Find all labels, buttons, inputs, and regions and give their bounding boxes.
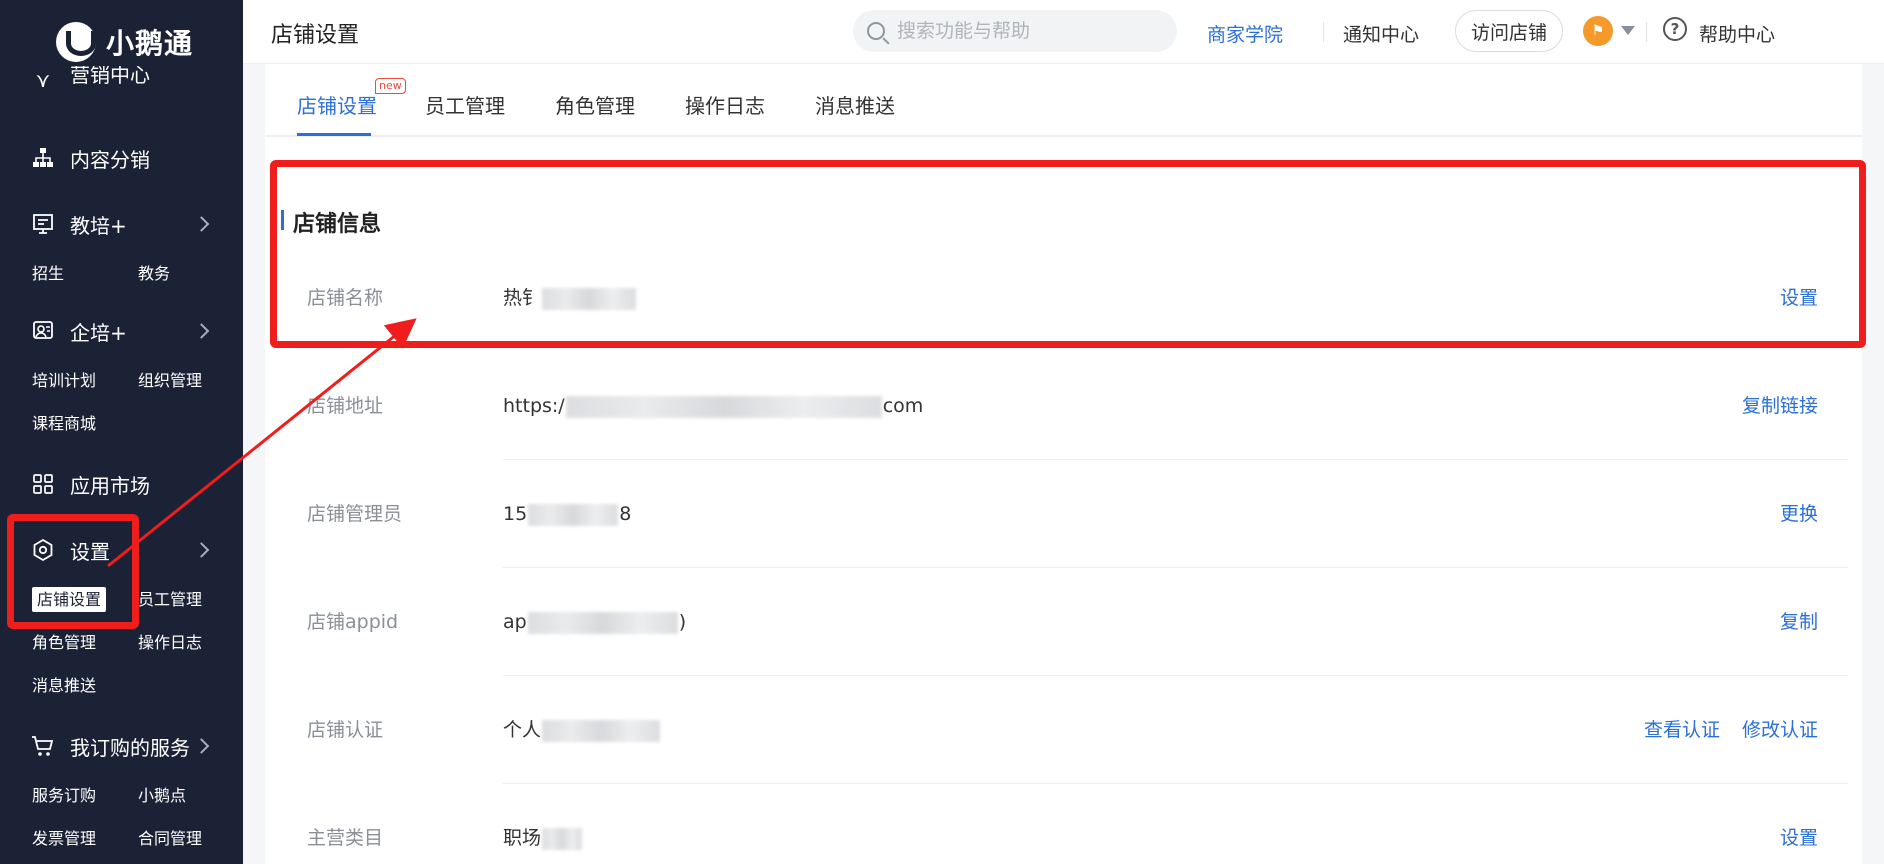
row-value: 职场 — [503, 784, 583, 864]
row-label: 店铺appid — [307, 611, 399, 633]
sidebar-sub-service-order[interactable]: 服务订购 — [32, 774, 138, 817]
sidebar-item-my-services[interactable]: 我订购的服务 — [0, 718, 243, 774]
visit-store-button[interactable]: 访问店铺 — [1455, 10, 1563, 52]
row-value: 热钅 — [503, 244, 637, 352]
active-tab-indicator — [297, 133, 371, 136]
tab-role-management[interactable]: 角色管理 — [555, 90, 635, 119]
sidebar: 小鹅通 ⋎ 营销中心 内容分销 教培+ 招生 教务 企培+ 培训计划 组织管理 … — [0, 0, 243, 864]
sidebar-sub-message-push[interactable]: 消息推送 — [32, 664, 138, 707]
section-title: 店铺信息 — [293, 212, 382, 237]
info-row-store-certification: 店铺认证 个人 查看认证 修改认证 — [265, 676, 1862, 784]
top-bar: 店铺设置 商家学院 通知中心 访问店铺 ⚑ ? 帮助中心 — [243, 0, 1884, 64]
row-label: 店铺认证 — [307, 719, 384, 741]
team-training-icon — [30, 318, 56, 344]
sidebar-sub-store-settings[interactable]: 店铺设置 — [32, 578, 138, 621]
divider — [1646, 22, 1647, 42]
merchant-academy-link[interactable]: 商家学院 — [1207, 20, 1283, 47]
new-badge: new — [375, 78, 406, 94]
help-icon[interactable]: ? — [1663, 17, 1687, 41]
chevron-right-icon — [193, 738, 210, 754]
logo-text: 小鹅通 — [106, 27, 194, 60]
info-row-store-address: 店铺地址 https:/com 复制链接 — [265, 352, 1862, 460]
redacted-block — [528, 503, 619, 526]
search-input[interactable] — [897, 20, 1157, 42]
sidebar-sub-invoice[interactable]: 发票管理 — [32, 817, 138, 860]
sidebar-sub-contract[interactable]: 合同管理 — [138, 817, 243, 860]
caret-down-icon[interactable] — [1621, 26, 1635, 35]
sidebar-item-education[interactable]: 教培+ — [0, 196, 243, 252]
tab-operation-log[interactable]: 操作日志 — [685, 90, 765, 119]
sidebar-sub-operation-log[interactable]: 操作日志 — [138, 621, 243, 664]
row-label: 店铺名称 — [307, 287, 384, 309]
sidebar-sub-training-plan[interactable]: 培训计划 — [32, 359, 138, 402]
apps-grid-icon — [30, 471, 56, 497]
change-admin-link[interactable]: 更换 — [1780, 460, 1818, 568]
info-row-store-appid: 店铺appid ap) 复制 — [265, 568, 1862, 676]
account-flag-icon[interactable]: ⚑ — [1583, 16, 1613, 46]
page-title: 店铺设置 — [271, 23, 360, 48]
redacted-block — [542, 287, 637, 310]
redacted-block — [542, 719, 661, 742]
row-label: 店铺管理员 — [307, 503, 403, 525]
notification-center-link[interactable]: 通知中心 — [1326, 20, 1419, 47]
main-content: 店铺设置 new 员工管理 角色管理 操作日志 消息推送 店铺信息 店铺名称 热… — [265, 64, 1862, 864]
sidebar-item-content-distribution[interactable]: 内容分销 — [0, 130, 243, 186]
sidebar-item-corporate-training[interactable]: 企培+ — [0, 303, 243, 359]
settings-hexagon-icon — [30, 537, 56, 563]
info-row-main-category: 主营类目 职场 设置 — [265, 784, 1862, 864]
sidebar-sub-staff-management[interactable]: 员工管理 — [138, 578, 243, 621]
tab-message-push[interactable]: 消息推送 — [815, 90, 895, 119]
view-certification-link[interactable]: 查看认证 — [1644, 676, 1720, 784]
row-value: ap) — [503, 611, 687, 634]
sidebar-item-settings[interactable]: 设置 — [0, 522, 243, 578]
help-center-link[interactable]: 帮助中心 — [1699, 20, 1775, 47]
redacted-block — [565, 395, 882, 418]
chevron-right-icon — [193, 323, 210, 339]
search-box[interactable] — [853, 10, 1177, 52]
logo-icon — [56, 22, 96, 62]
info-row-store-name: 店铺名称 热钅 设置 — [265, 244, 1862, 352]
classroom-icon — [30, 211, 56, 237]
org-tree-icon — [30, 145, 56, 171]
copy-link-button[interactable]: 复制链接 — [1742, 352, 1818, 460]
row-value: 个人 — [503, 676, 661, 784]
row-value: 15 8 — [503, 503, 632, 526]
set-category-link[interactable]: 设置 — [1780, 784, 1818, 864]
chevron-right-icon — [193, 216, 210, 232]
modify-certification-link[interactable]: 修改认证 — [1742, 676, 1818, 784]
redacted-block — [542, 827, 583, 850]
section-accent-bar — [281, 210, 284, 230]
sidebar-item-app-market[interactable]: 应用市场 — [0, 456, 243, 512]
copy-appid-button[interactable]: 复制 — [1780, 568, 1818, 676]
cart-icon — [30, 733, 56, 759]
sidebar-sub-academic[interactable]: 教务 — [138, 252, 243, 295]
row-label: 店铺地址 — [307, 395, 384, 417]
chevron-right-icon — [193, 542, 210, 558]
app-window: 小鹅通 ⋎ 营销中心 内容分销 教培+ 招生 教务 企培+ 培训计划 组织管理 … — [0, 0, 1884, 864]
sidebar-sub-role-management[interactable]: 角色管理 — [32, 621, 138, 664]
search-icon — [867, 22, 885, 40]
redacted-block — [527, 611, 678, 634]
set-store-name-link[interactable]: 设置 — [1780, 244, 1818, 352]
sidebar-sub-goose-points[interactable]: 小鹅点 — [138, 774, 243, 817]
divider — [1323, 22, 1324, 42]
sidebar-sub-org-management[interactable]: 组织管理 — [138, 359, 243, 402]
row-label: 主营类目 — [307, 827, 384, 849]
tab-store-settings[interactable]: 店铺设置 — [297, 90, 377, 119]
sidebar-sub-enrollment[interactable]: 招生 — [32, 252, 138, 295]
logo[interactable]: 小鹅通 — [56, 20, 193, 64]
sidebar-sub-course-mall[interactable]: 课程商城 — [32, 402, 138, 445]
sidebar-item-marketing[interactable]: ⋎ 营销中心 — [0, 66, 243, 90]
info-row-store-admin: 店铺管理员 15 8 更换 — [265, 460, 1862, 568]
tab-staff-management[interactable]: 员工管理 — [425, 90, 505, 119]
row-value: https:/com — [503, 395, 924, 418]
settings-tabs: 店铺设置 new 员工管理 角色管理 操作日志 消息推送 — [265, 64, 1862, 137]
marketing-icon: ⋎ — [35, 68, 51, 90]
